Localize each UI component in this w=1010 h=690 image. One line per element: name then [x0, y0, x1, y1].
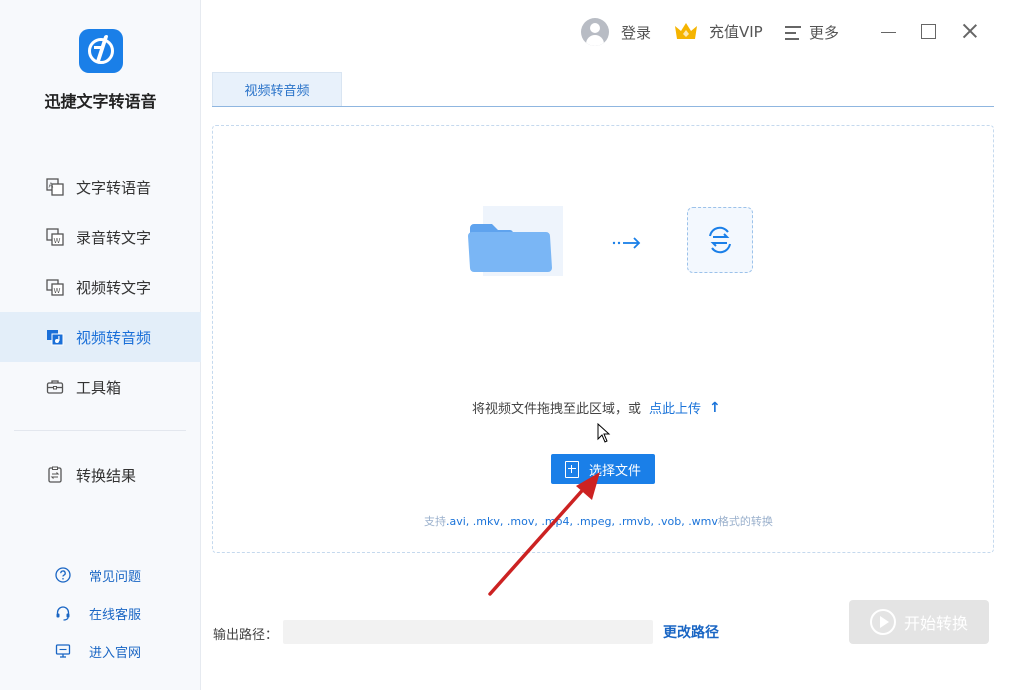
monitor-icon — [55, 643, 71, 659]
sidebar-item-label: 视频转音频 — [76, 327, 151, 348]
upload-link-label: 点此上传 — [649, 398, 701, 417]
maximize-button[interactable] — [920, 22, 938, 40]
recording-to-text-icon: W — [46, 228, 64, 246]
formats-prefix: 支持 — [424, 515, 446, 528]
start-convert-label: 开始转换 — [904, 610, 968, 634]
app-title: 迅捷文字转语音 — [0, 88, 201, 112]
vip-label: 充值VIP — [709, 21, 763, 42]
svg-text:W: W — [54, 237, 61, 245]
online-service-link[interactable]: 在线客服 — [0, 594, 201, 632]
text-to-speech-icon: A — [46, 178, 64, 196]
mouse-cursor-icon — [597, 423, 611, 443]
tab-label: 视频转音频 — [244, 80, 309, 99]
result-icon — [46, 466, 64, 484]
tab-video-to-audio[interactable]: 视频转音频 — [212, 72, 342, 106]
close-button[interactable] — [961, 22, 979, 40]
convert-icon — [702, 222, 738, 258]
tab-underline — [212, 106, 994, 107]
video-to-audio-icon — [46, 328, 64, 346]
sidebar-item-label: 录音转文字 — [76, 227, 151, 248]
upload-arrow-icon: ↑ — [709, 400, 721, 416]
online-service-label: 在线客服 — [89, 604, 141, 623]
folder-icon — [468, 222, 554, 272]
app-logo-icon — [79, 29, 123, 73]
vip-button[interactable]: 充值VIP — [673, 20, 763, 42]
svg-text:A: A — [49, 182, 54, 190]
faq-label: 常见问题 — [89, 566, 141, 585]
headset-icon — [55, 605, 71, 621]
dotted-arrow-icon — [612, 234, 642, 252]
sidebar-item-video-to-audio[interactable]: 视频转音频 — [0, 312, 201, 362]
drop-hint-text: 将视频文件拖拽至此区域，或 — [472, 398, 641, 417]
minimize-button[interactable] — [880, 22, 898, 40]
toolbox-icon — [46, 378, 64, 396]
sidebar-item-label: 视频转文字 — [76, 277, 151, 298]
help-links: 常见问题 在线客服 进入官网 — [0, 556, 201, 670]
sidebar-item-label: 工具箱 — [76, 377, 121, 398]
sidebar-item-label: 文字转语音 — [76, 177, 151, 198]
crown-icon — [673, 20, 699, 42]
output-path-label: 输出路径： — [213, 624, 278, 643]
output-path-field[interactable] — [283, 620, 653, 644]
annotation-arrow-icon — [480, 466, 610, 602]
sidebar-result-section: 转换结果 — [0, 450, 201, 500]
question-icon — [55, 567, 71, 583]
upload-link[interactable]: 点此上传 ↑ — [649, 398, 721, 417]
more-label: 更多 — [809, 22, 839, 43]
formats-suffix: 格式的转换 — [718, 515, 773, 528]
convert-icon-box — [687, 207, 753, 273]
drop-hint: 将视频文件拖拽至此区域，或 点此上传 ↑ — [472, 398, 721, 417]
avatar-icon — [581, 18, 609, 46]
sidebar-item-result[interactable]: 转换结果 — [0, 450, 201, 500]
video-to-text-icon: W — [46, 278, 64, 296]
sidebar-item-video-to-text[interactable]: W 视频转文字 — [0, 262, 201, 312]
official-site-label: 进入官网 — [89, 642, 141, 661]
sidebar-item-text-to-speech[interactable]: A 文字转语音 — [0, 162, 201, 212]
sidebar-nav: A 文字转语音 W 录音转文字 W 视频转文字 视频转音频 工具箱 — [0, 162, 201, 412]
svg-text:W: W — [54, 287, 61, 295]
sidebar-divider — [14, 430, 186, 431]
official-site-link[interactable]: 进入官网 — [0, 632, 201, 670]
login-button[interactable]: 登录 — [581, 18, 651, 46]
faq-link[interactable]: 常见问题 — [0, 556, 201, 594]
sidebar-item-recording-to-text[interactable]: W 录音转文字 — [0, 212, 201, 262]
change-path-link[interactable]: 更改路径 — [663, 622, 719, 642]
login-label: 登录 — [621, 22, 651, 43]
sidebar: 迅捷文字转语音 A 文字转语音 W 录音转文字 W 视频转文字 视频转音频 — [0, 0, 201, 690]
menu-icon — [785, 26, 801, 40]
sidebar-item-toolbox[interactable]: 工具箱 — [0, 362, 201, 412]
more-button[interactable]: 更多 — [785, 22, 839, 43]
start-convert-button[interactable]: 开始转换 — [849, 600, 989, 644]
sidebar-item-label: 转换结果 — [76, 465, 136, 486]
play-icon — [870, 609, 896, 635]
